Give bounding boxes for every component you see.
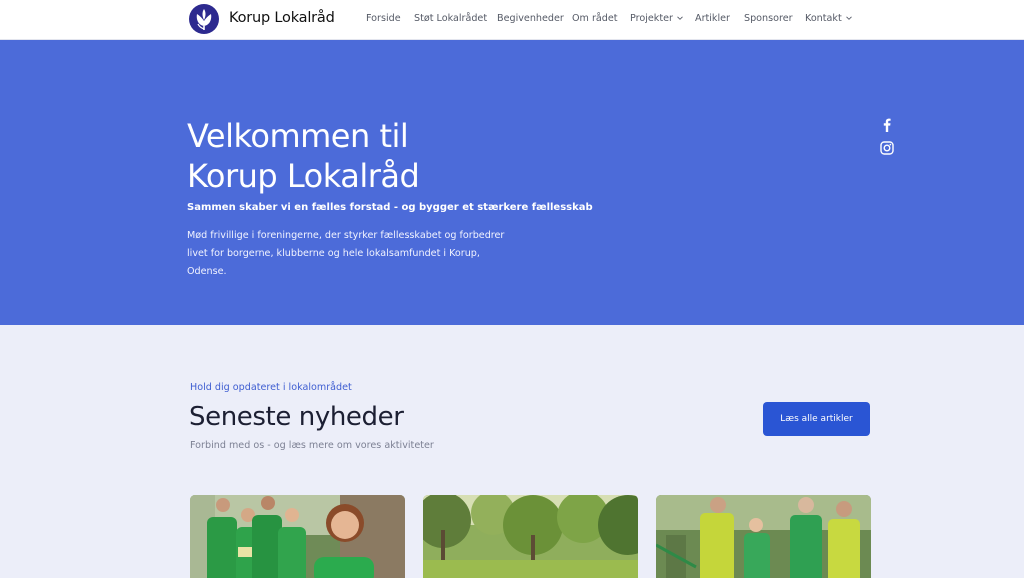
news-eyebrow: Hold dig opdateret i lokalområdet (190, 382, 352, 393)
facebook-icon[interactable] (879, 117, 895, 133)
hero-title: Velkommen til Korup Lokalråd (187, 116, 607, 196)
news-card-image (656, 495, 871, 578)
news-card-image (423, 495, 638, 578)
tulip-logo-icon[interactable] (189, 4, 219, 34)
nav-om-raadet[interactable]: Om rådet (572, 13, 618, 24)
nav-kontakt-label: Kontakt (805, 13, 842, 24)
news-title: Seneste nyheder (189, 402, 404, 432)
chevron-down-icon (845, 16, 852, 20)
news-card-cleanup[interactable] (656, 495, 871, 578)
nav-sponsorer[interactable]: Sponsorer (744, 13, 793, 24)
news-card-volunteers[interactable] (190, 495, 405, 578)
chevron-down-icon (677, 16, 683, 20)
instagram-icon[interactable] (879, 140, 895, 156)
site-header: Korup Lokalråd Forside Støt Lokalrådet B… (0, 0, 1024, 40)
nav-projekter[interactable]: Projekter (630, 13, 684, 24)
news-card-park[interactable] (423, 495, 638, 578)
nav-artikler[interactable]: Artikler (695, 13, 730, 24)
nav-stoet-lokalraadet[interactable]: Støt Lokalrådet (414, 13, 487, 24)
hero-subtitle: Sammen skaber vi en fælles forstad - og … (187, 202, 593, 213)
hero-body: Mød frivillige i foreningerne, der styrk… (187, 230, 505, 277)
news-subtitle: Forbind med os - og læs mere om vores ak… (190, 440, 434, 451)
hero-title-line2: Korup Lokalråd (187, 157, 420, 195)
hero-title-line1: Velkommen til (187, 117, 409, 155)
hero-section: Velkommen til Korup Lokalråd Sammen skab… (0, 40, 1024, 325)
brand-name[interactable]: Korup Lokalråd (229, 10, 335, 26)
news-card-image (190, 495, 405, 578)
nav-forside[interactable]: Forside (366, 13, 401, 24)
nav-begivenheder[interactable]: Begivenheder (497, 13, 564, 24)
nav-kontakt[interactable]: Kontakt (805, 13, 853, 24)
nav-projekter-label: Projekter (630, 13, 673, 24)
read-all-articles-button[interactable]: Læs alle artikler (763, 402, 870, 436)
